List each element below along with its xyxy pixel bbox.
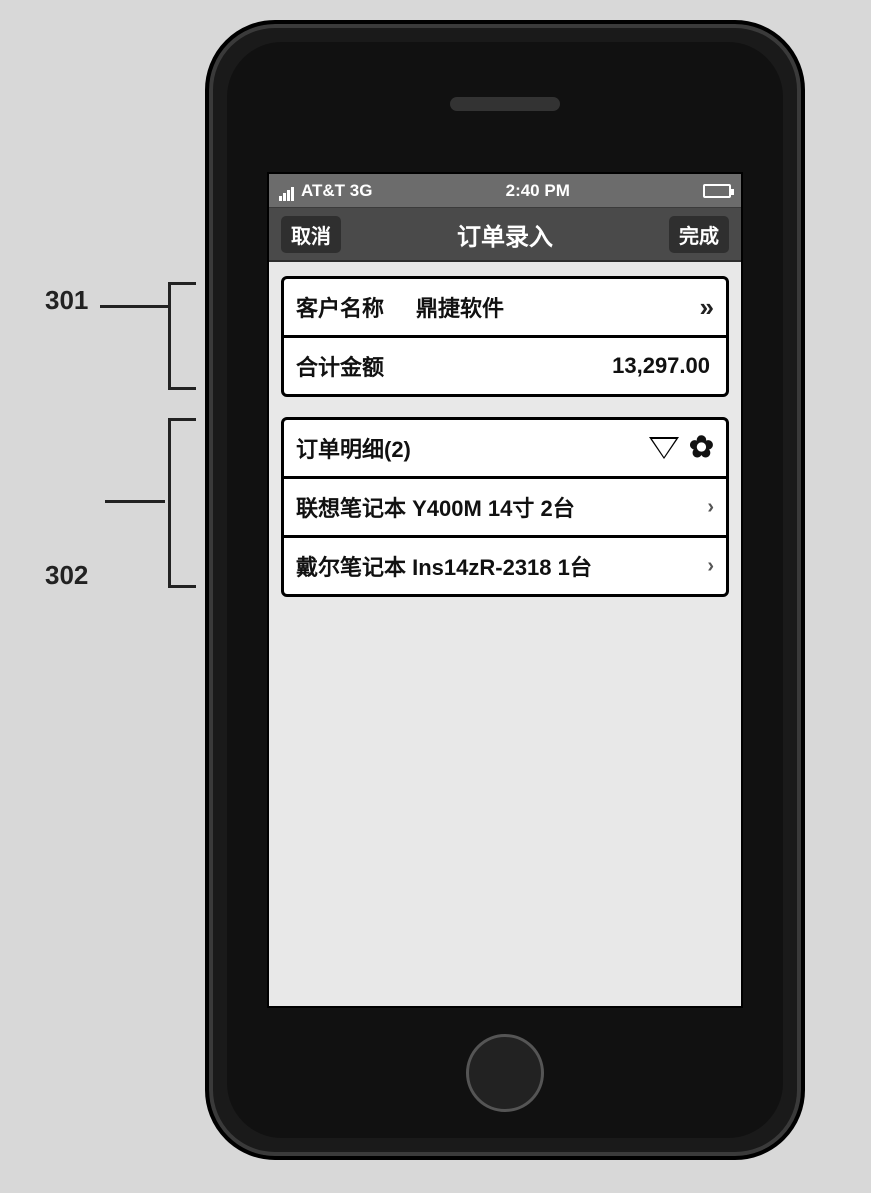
customer-value: 鼎捷软件 (416, 291, 692, 323)
order-detail-group: 订单明细(2) ✿ 联想笔记本 Y400M 14寸 2台 › 戴尔笔记本 Ins… (281, 417, 729, 597)
order-header-group: 客户名称 鼎捷软件 » 合计金额 13,297.00 (281, 276, 729, 397)
detail-item-text: 联想笔记本 Y400M 14寸 2台 (296, 491, 699, 523)
screen: AT&T 3G 2:40 PM 取消 订单录入 完成 客户名称 鼎捷软件 (267, 172, 743, 1008)
page-title: 订单录入 (341, 217, 669, 252)
detail-item-row[interactable]: 联想笔记本 Y400M 14寸 2台 › (284, 479, 726, 538)
customer-row[interactable]: 客户名称 鼎捷软件 » (284, 279, 726, 338)
callout-302-bracket (168, 418, 196, 588)
detail-title: 订单明细(2) (296, 432, 411, 464)
callout-301-bracket (168, 282, 196, 390)
battery-icon (703, 184, 731, 198)
done-button[interactable]: 完成 (669, 216, 729, 253)
customer-label: 客户名称 (296, 291, 416, 323)
phone-frame: AT&T 3G 2:40 PM 取消 订单录入 完成 客户名称 鼎捷软件 (205, 20, 805, 1160)
total-label: 合计金额 (296, 350, 416, 382)
cancel-button[interactable]: 取消 (281, 216, 341, 253)
total-value: 13,297.00 (416, 353, 714, 379)
add-icon[interactable]: ✿ (689, 437, 714, 459)
total-row: 合计金额 13,297.00 (284, 338, 726, 394)
detail-header-row: 订单明细(2) ✿ (284, 420, 726, 479)
clock: 2:40 PM (506, 181, 570, 201)
detail-item-row[interactable]: 戴尔笔记本 Ins14zR-2318 1台 › (284, 538, 726, 594)
callout-301: 301 (45, 285, 88, 316)
expand-icon[interactable] (649, 437, 679, 459)
callout-302-lead (105, 500, 165, 503)
status-bar: AT&T 3G 2:40 PM (269, 174, 741, 208)
phone-bezel: AT&T 3G 2:40 PM 取消 订单录入 完成 客户名称 鼎捷软件 (227, 42, 783, 1138)
chevron-right-icon: › (699, 496, 714, 519)
home-button[interactable] (466, 1034, 544, 1112)
callout-302: 302 (45, 560, 88, 591)
detail-item-text: 戴尔笔记本 Ins14zR-2318 1台 (296, 550, 699, 582)
chevron-right-icon: » (692, 292, 714, 323)
nav-bar: 取消 订单录入 完成 (269, 208, 741, 262)
chevron-right-icon: › (699, 555, 714, 578)
content-area: 客户名称 鼎捷软件 » 合计金额 13,297.00 订单明细(2) (269, 262, 741, 631)
callout-301-lead (100, 305, 170, 308)
signal-icon (279, 181, 295, 201)
carrier-label: AT&T 3G (301, 181, 372, 201)
phone-speaker (450, 97, 560, 111)
